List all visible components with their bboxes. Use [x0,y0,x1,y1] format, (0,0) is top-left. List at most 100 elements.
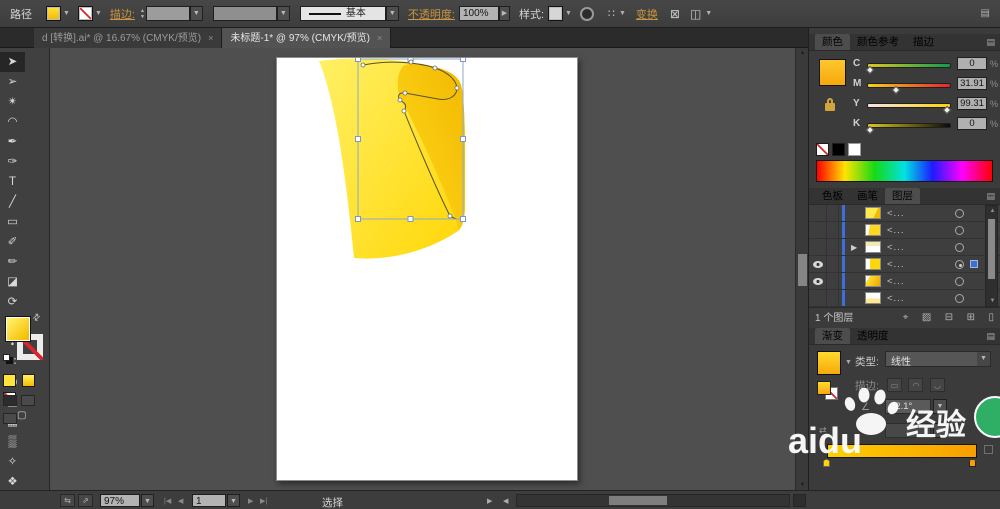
layer-name[interactable]: <... [887,293,904,304]
target-circle-icon[interactable] [955,260,964,269]
artwork[interactable] [277,56,577,480]
isolate-selection-icon[interactable]: ⊠ [670,7,680,21]
panel-tab[interactable]: 颜色 [815,34,850,50]
zoom-dropdown-icon[interactable]: ▼ [141,494,154,507]
screen-mode-button[interactable]: ▢ [17,410,26,421]
target-circle-icon[interactable] [955,226,964,235]
stroke-dropdown-icon[interactable]: ▼ [95,10,102,17]
visibility-eye-icon[interactable] [813,278,823,285]
horizontal-scroll-thumb[interactable] [609,496,667,505]
white-swatch[interactable] [848,143,861,156]
paintbrush-tool[interactable]: ✐ [0,232,25,252]
angle-dropdown-icon[interactable]: ▼ [933,399,947,414]
horizontal-scrollbar[interactable] [516,494,790,507]
canvas-area[interactable]: ▲ ▼ [50,48,808,490]
stroke-link[interactable]: 描边: [110,6,135,22]
scroll-left-icon[interactable]: ◀ [503,497,508,505]
fill-indicator[interactable] [5,316,31,342]
panel-tab[interactable]: 色板 [815,188,850,204]
draw-inside-button[interactable] [3,413,17,424]
opacity-field[interactable]: 100% [458,6,499,21]
channel-slider[interactable] [866,63,951,75]
channel-value-field[interactable]: 31.91 [957,77,987,90]
layer-name[interactable]: <... [887,225,904,236]
gradient-preset-dropdown-icon[interactable]: ▼ [845,359,852,366]
panel-menu-icon[interactable]: ▤ [986,191,995,202]
zoom-level-field[interactable]: 97% [100,494,140,507]
document-tab[interactable]: d [转换].ai* @ 16.67% (CMYK/预览) × [34,28,223,48]
gradient-preview-swatch[interactable] [817,351,841,375]
channel-slider[interactable] [866,123,951,135]
line-segment-tool[interactable]: ╱ [0,192,25,212]
gradient-stop-right[interactable] [969,459,976,467]
gradient-slider-bar[interactable] [827,444,977,458]
panel-menu-icon[interactable]: ▤ [986,37,995,48]
shape-mode-dropdown-icon[interactable]: ▼ [705,10,712,17]
slider-thumb[interactable] [866,125,875,135]
panel-tab[interactable]: 图层 [885,188,920,204]
channel-value-field[interactable]: 99.31 [957,97,987,110]
gradient-type-dropdown[interactable]: 线性 ▼ [885,351,991,368]
panel-tab[interactable]: 颜色参考 [850,34,906,50]
prev-artboard-icon[interactable]: ◀ [178,497,183,505]
channel-value-field[interactable]: 0 [957,117,987,130]
scroll-right-icon[interactable]: ▶ [487,497,492,505]
target-circle-icon[interactable] [955,209,964,218]
opacity-dropdown-icon[interactable]: ▶ [498,6,510,21]
expand-triangle-icon[interactable]: ▶ [851,243,857,252]
next-artboard-icon[interactable]: ▶ [248,497,253,505]
clipping-mask-icon[interactable]: ▨ [922,312,931,323]
color-spectrum[interactable] [816,160,993,182]
gradient-stop-color-swatch[interactable] [817,381,831,395]
layer-row[interactable]: ▶ <... [809,273,1000,290]
layer-name[interactable]: <... [887,208,904,219]
channel-slider[interactable] [867,83,951,95]
document-tab[interactable]: 未标题-1* @ 97% (CMYK/预览) × [222,28,392,48]
black-swatch[interactable] [832,143,845,156]
eraser-tool[interactable]: ◪ [0,272,25,292]
brush-definition-field[interactable]: 基本 [299,6,386,21]
channel-value-field[interactable]: 0 [957,57,987,70]
layer-row[interactable]: ▶ <... [809,256,1000,273]
width-profile-dropdown-icon[interactable]: ▼ [276,6,290,21]
brush-dropdown-icon[interactable]: ▼ [385,6,399,21]
width-profile-field[interactable] [212,6,277,21]
type-dropdown-icon[interactable]: ▼ [977,352,990,366]
stroke-swatch[interactable] [77,6,93,21]
fill-swatch[interactable] [46,6,61,21]
layer-row[interactable]: ▶ <... [809,222,1000,239]
export-icon[interactable]: ⇗ [78,494,93,507]
fill-color-button[interactable] [3,374,16,387]
eyedropper-tool[interactable]: ✧ [0,452,25,472]
stroke-weight-field[interactable] [145,6,190,21]
gradient-tool[interactable]: ▒ [0,432,25,452]
align-dropdown-icon[interactable]: ▼ [619,10,626,17]
tab-close-icon[interactable]: × [377,33,382,43]
fill-gradient-button[interactable] [22,374,36,387]
recolor-artwork-icon[interactable] [579,6,594,21]
new-sublayer-icon[interactable]: ⊟ [945,312,953,323]
layer-name[interactable]: <... [887,259,904,270]
layers-scrollbar[interactable]: ▲ ▼ [985,205,998,307]
align-icon[interactable]: ∷ [608,7,615,20]
style-dropdown-icon[interactable]: ▼ [565,10,572,17]
style-swatch[interactable] [548,6,564,21]
panel-tab[interactable]: 透明度 [850,328,896,344]
artboard-dropdown-icon[interactable]: ▼ [227,494,240,507]
type-tool[interactable]: T [0,172,25,192]
tab-close-icon[interactable]: × [208,33,213,43]
layer-row[interactable]: ▶ <... [809,205,1000,222]
opacity-link[interactable]: 不透明度: [408,6,455,22]
lasso-tool[interactable]: ◠ [0,112,25,132]
reverse-gradient-icon[interactable]: ⇄ [819,425,827,436]
vertical-scroll-thumb[interactable] [798,254,807,286]
history-icon[interactable]: ⇆ [60,494,75,507]
new-layer-icon[interactable]: ⊞ [967,312,975,323]
layer-row[interactable]: ▶ <... [809,239,1000,256]
artboard-number-field[interactable]: 1 [192,494,226,507]
visibility-eye-icon[interactable] [813,261,823,268]
rectangle-tool[interactable]: ▭ [0,212,25,232]
pencil-tool[interactable]: ✏ [0,252,25,272]
slider-thumb[interactable] [891,85,901,95]
magic-wand-tool[interactable]: ✴ [0,92,25,112]
